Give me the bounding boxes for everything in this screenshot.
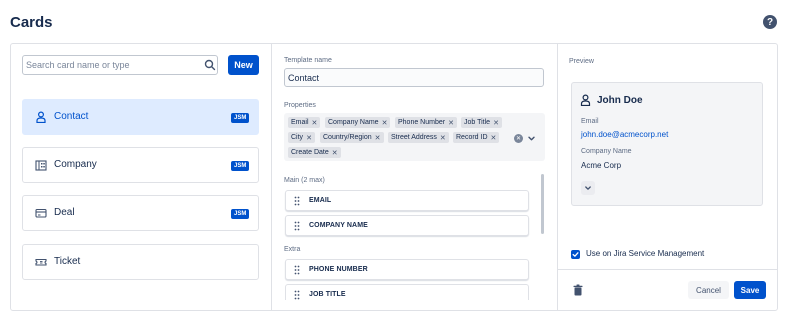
field-name: PHONE NUMBER [309, 266, 368, 273]
property-tag-label: Job Title [464, 119, 491, 126]
property-tag: Email ✕ [288, 117, 321, 128]
jsm-badge: JSM [231, 113, 250, 123]
drag-handle-icon[interactable] [294, 221, 300, 231]
field-name: JOB TITLE [309, 291, 346, 298]
card-label: Contact [54, 111, 89, 122]
card-label: Ticket [54, 256, 81, 267]
credit-card-icon [35, 208, 47, 218]
column-divider [557, 44, 558, 310]
properties-select[interactable]: Email ✕ Company Name ✕ Phone Number ✕ Job T… [284, 113, 545, 161]
drag-handle-icon[interactable] [294, 265, 300, 275]
property-tag-label: City [291, 134, 304, 141]
property-tag: Job Title ✕ [461, 117, 502, 128]
property-tag: Country/Region ✕ [320, 132, 384, 143]
property-tag: Phone Number ✕ [395, 117, 457, 128]
jsm-badge: JSM [231, 209, 250, 219]
drag-handle-icon[interactable] [294, 290, 300, 300]
property-tag-label: Company Name [328, 119, 379, 126]
property-tag-label: Street Address [391, 134, 437, 141]
property-tag-label: Create Date [291, 149, 329, 156]
property-tag-label: Country/Region [323, 134, 372, 141]
preview-email-label: Email [581, 118, 599, 125]
remove-tag-icon[interactable]: ✕ [440, 134, 446, 142]
remove-tag-icon[interactable]: ✕ [382, 119, 388, 127]
save-button[interactable]: Save [734, 281, 766, 299]
chevron-down-icon[interactable] [527, 134, 536, 143]
building-icon [35, 160, 47, 171]
scrollbar-thumb[interactable] [541, 174, 544, 234]
question-circle-icon[interactable]: ? [763, 15, 777, 29]
footer-divider [557, 269, 778, 270]
property-tag: Create Date ✕ [288, 147, 341, 158]
clear-icon[interactable]: ✕ [514, 134, 523, 143]
property-tag: Street Address ✕ [388, 132, 449, 143]
card-label: Company [54, 159, 97, 170]
preview-company-label: Company Name [581, 148, 632, 155]
property-tag: Company Name ✕ [325, 117, 391, 128]
preview-company-value: Acme Corp [581, 161, 622, 170]
preview-name: John Doe [597, 95, 643, 106]
person-icon [36, 111, 46, 123]
card-item-ticket[interactable]: Ticket [22, 244, 259, 280]
column-divider [271, 44, 272, 310]
search-input[interactable] [26, 58, 198, 72]
remove-tag-icon[interactable]: ✕ [491, 134, 497, 142]
chevron-down-icon [585, 186, 591, 190]
card-item-contact[interactable]: Contact JSM [22, 99, 259, 135]
card-label: Deal [54, 207, 75, 218]
jsm-checkbox[interactable] [571, 250, 580, 259]
cancel-button[interactable]: Cancel [688, 281, 729, 299]
field-row-job-title[interactable]: JOB TITLE [285, 284, 529, 300]
template-name-label: Template name [284, 57, 332, 64]
page-title: Cards [10, 14, 53, 31]
remove-tag-icon[interactable]: ✕ [493, 119, 499, 127]
remove-tag-icon[interactable]: ✕ [375, 134, 381, 142]
jsm-checkbox-label: Use on Jira Service Management [586, 249, 705, 258]
field-row-email[interactable]: EMAIL [285, 190, 529, 211]
properties-label: Properties [284, 102, 316, 109]
property-tag: Record ID ✕ [453, 132, 500, 143]
checkmark-icon [572, 252, 579, 257]
card-item-company[interactable]: Company JSM [22, 147, 259, 183]
drag-handle-icon[interactable] [294, 196, 300, 206]
trash-icon[interactable] [571, 283, 585, 297]
preview-email-link[interactable]: john.doe@acmecorp.net [581, 130, 668, 139]
remove-tag-icon[interactable]: ✕ [306, 134, 312, 142]
new-button[interactable]: New [228, 55, 259, 75]
jsm-option: Use on Jira Service Management [571, 249, 704, 259]
main-fields-label: Main (2 max) [284, 177, 325, 184]
remove-tag-icon[interactable]: ✕ [332, 149, 338, 157]
property-tag: City ✕ [288, 132, 315, 143]
search-box [22, 55, 218, 75]
field-name: EMAIL [309, 197, 332, 204]
search-icon[interactable] [204, 59, 216, 71]
field-row-phone-number[interactable]: PHONE NUMBER [285, 259, 529, 280]
preview-label: Preview [569, 58, 594, 65]
field-row-company-name[interactable]: COMPANY NAME [285, 215, 529, 236]
property-tag-label: Phone Number [398, 119, 446, 126]
person-icon [580, 94, 591, 106]
remove-tag-icon[interactable]: ✕ [312, 119, 318, 127]
property-tag-label: Record ID [456, 134, 488, 141]
template-name-input[interactable] [284, 68, 544, 87]
ticket-icon [35, 258, 47, 266]
expand-button[interactable] [581, 181, 595, 195]
card-item-deal[interactable]: Deal JSM [22, 195, 259, 231]
jsm-badge: JSM [231, 161, 250, 171]
extra-fields-label: Extra [284, 246, 301, 253]
property-tag-label: Email [291, 119, 309, 126]
remove-tag-icon[interactable]: ✕ [448, 119, 454, 127]
field-name: COMPANY NAME [309, 222, 368, 229]
